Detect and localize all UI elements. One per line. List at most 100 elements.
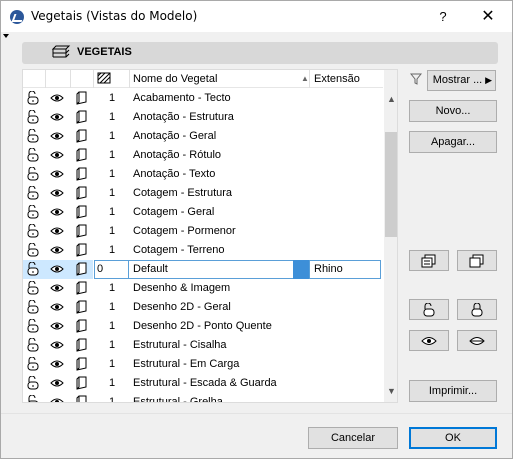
lock-toggle-icon[interactable] <box>26 223 40 238</box>
visibility-toggle-icon[interactable] <box>50 91 64 105</box>
row-intersection-group: 1 <box>109 282 116 294</box>
lock-toggle-icon[interactable] <box>26 337 40 352</box>
layer-mode-icon[interactable] <box>75 243 89 257</box>
scroll-thumb[interactable] <box>385 132 397 237</box>
table-row[interactable]: 1 Anotação - Texto <box>23 165 383 184</box>
hide-all-button[interactable] <box>457 330 497 351</box>
visibility-toggle-icon[interactable] <box>50 281 64 295</box>
layer-mode-icon[interactable] <box>75 319 89 333</box>
lock-toggle-icon[interactable] <box>26 204 40 219</box>
layer-mode-icon[interactable] <box>75 338 89 352</box>
header-label: VEGETAIS <box>77 46 132 58</box>
visibility-toggle-icon[interactable] <box>50 224 64 238</box>
visibility-toggle-icon[interactable] <box>50 205 64 219</box>
visibility-toggle-icon[interactable] <box>50 243 64 257</box>
lock-toggle-icon[interactable] <box>26 261 40 276</box>
layer-mode-icon[interactable] <box>75 281 89 295</box>
lock-toggle-icon[interactable] <box>26 185 40 200</box>
layer-mode-icon[interactable] <box>75 110 89 124</box>
cancel-button[interactable]: Cancelar <box>308 427 398 449</box>
column-header-extension[interactable]: Extensão <box>314 73 360 85</box>
layer-mode-icon[interactable] <box>75 300 89 314</box>
table-row[interactable]: 1 Desenho 2D - Ponto Quente <box>23 317 383 336</box>
lock-toggle-icon[interactable] <box>26 147 40 162</box>
table-row[interactable]: 1 Desenho & Imagem <box>23 279 383 298</box>
show-all-button[interactable] <box>409 330 449 351</box>
visibility-toggle-icon[interactable] <box>50 376 64 390</box>
visibility-toggle-icon[interactable] <box>50 319 64 333</box>
table-row[interactable]: 1 Estrutural - Grelha <box>23 393 383 402</box>
scroll-down-icon[interactable]: ▼ <box>387 386 396 396</box>
visibility-toggle-icon[interactable] <box>50 186 64 200</box>
layer-mode-icon[interactable] <box>75 167 89 181</box>
layer-mode-icon[interactable] <box>75 357 89 371</box>
row-intersection-group: 1 <box>109 92 116 104</box>
filter-icon <box>410 73 422 85</box>
table-row[interactable]: 1 Anotação - Estrutura <box>23 108 383 127</box>
layers-list[interactable]: Nome do Vegetal ▲ Extensão 1 Acabamento -… <box>22 69 398 403</box>
table-row[interactable]: 1 Cotagem - Terreno <box>23 241 383 260</box>
table-row[interactable]: 1 Anotação - Geral <box>23 127 383 146</box>
row-intersection-group: 1 <box>109 320 116 332</box>
visibility-toggle-icon[interactable] <box>50 110 64 124</box>
lock-toggle-icon[interactable] <box>26 375 40 390</box>
lock-all-button[interactable] <box>457 299 497 320</box>
layer-mode-icon[interactable] <box>75 262 89 276</box>
column-header-name[interactable]: Nome do Vegetal <box>133 73 217 85</box>
lock-toggle-icon[interactable] <box>26 166 40 181</box>
layer-mode-icon[interactable] <box>75 376 89 390</box>
row-layer-name: Desenho 2D - Ponto Quente <box>133 320 272 332</box>
table-row[interactable]: 1 Estrutural - Escada & Guarda <box>23 374 383 393</box>
table-row[interactable]: 1 Cotagem - Geral <box>23 203 383 222</box>
lock-toggle-icon[interactable] <box>26 128 40 143</box>
lock-toggle-icon[interactable] <box>26 394 40 402</box>
visibility-toggle-icon[interactable] <box>50 129 64 143</box>
layer-mode-icon[interactable] <box>75 91 89 105</box>
table-row[interactable]: 1 Estrutural - Cisalha <box>23 336 383 355</box>
lock-toggle-icon[interactable] <box>26 318 40 333</box>
lock-toggle-icon[interactable] <box>26 109 40 124</box>
collapse-arrow-icon[interactable] <box>3 34 9 38</box>
layer-mode-icon[interactable] <box>75 129 89 143</box>
visibility-toggle-icon[interactable] <box>50 395 64 402</box>
help-button[interactable]: ? <box>433 7 453 27</box>
scroll-up-icon[interactable]: ▲ <box>387 94 396 104</box>
visibility-toggle-icon[interactable] <box>50 338 64 352</box>
delete-button[interactable]: Apagar... <box>409 131 497 153</box>
footer-divider <box>1 413 512 414</box>
close-button[interactable]: ✕ <box>477 7 499 27</box>
table-row[interactable]: 1 Anotação - Rótulo <box>23 146 383 165</box>
table-row[interactable]: 1 Cotagem - Estrutura <box>23 184 383 203</box>
lock-toggle-icon[interactable] <box>26 242 40 257</box>
visibility-toggle-icon[interactable] <box>50 167 64 181</box>
unlock-all-button[interactable] <box>409 299 449 320</box>
visibility-toggle-icon[interactable] <box>50 148 64 162</box>
lock-toggle-icon[interactable] <box>26 356 40 371</box>
row-layer-name: Anotação - Geral <box>133 130 217 142</box>
duplicate-layer-settings-button[interactable] <box>409 250 449 271</box>
visibility-toggle-icon[interactable] <box>50 262 64 276</box>
lock-toggle-icon[interactable] <box>26 90 40 105</box>
visibility-toggle-icon[interactable] <box>50 357 64 371</box>
layer-mode-icon[interactable] <box>75 224 89 238</box>
ok-button[interactable]: OK <box>409 427 497 449</box>
table-row[interactable]: 1 Acabamento - Tecto <box>23 89 383 108</box>
print-button[interactable]: Imprimir... <box>409 380 497 402</box>
table-row[interactable]: 1 Estrutural - Em Carga <box>23 355 383 374</box>
layer-mode-icon[interactable] <box>75 395 89 402</box>
table-row[interactable]: 1 Cotagem - Pormenor <box>23 222 383 241</box>
lock-toggle-icon[interactable] <box>26 280 40 295</box>
table-row[interactable]: 1 Desenho 2D - Geral <box>23 298 383 317</box>
intersection-group-icon[interactable] <box>97 72 111 84</box>
lock-toggle-icon[interactable] <box>26 299 40 314</box>
copy-layer-button[interactable] <box>457 250 497 271</box>
row-layer-name: Cotagem - Pormenor <box>133 225 236 237</box>
layer-mode-icon[interactable] <box>75 186 89 200</box>
list-scrollbar[interactable]: ▲ ▼ <box>384 70 397 402</box>
layer-mode-icon[interactable] <box>75 148 89 162</box>
visibility-toggle-icon[interactable] <box>50 300 64 314</box>
new-button[interactable]: Novo... <box>409 100 497 122</box>
table-row-selected[interactable]: 0 Default Rhino <box>23 260 383 279</box>
show-dropdown-button[interactable]: Mostrar ... ▶ <box>427 70 496 91</box>
layer-mode-icon[interactable] <box>75 205 89 219</box>
